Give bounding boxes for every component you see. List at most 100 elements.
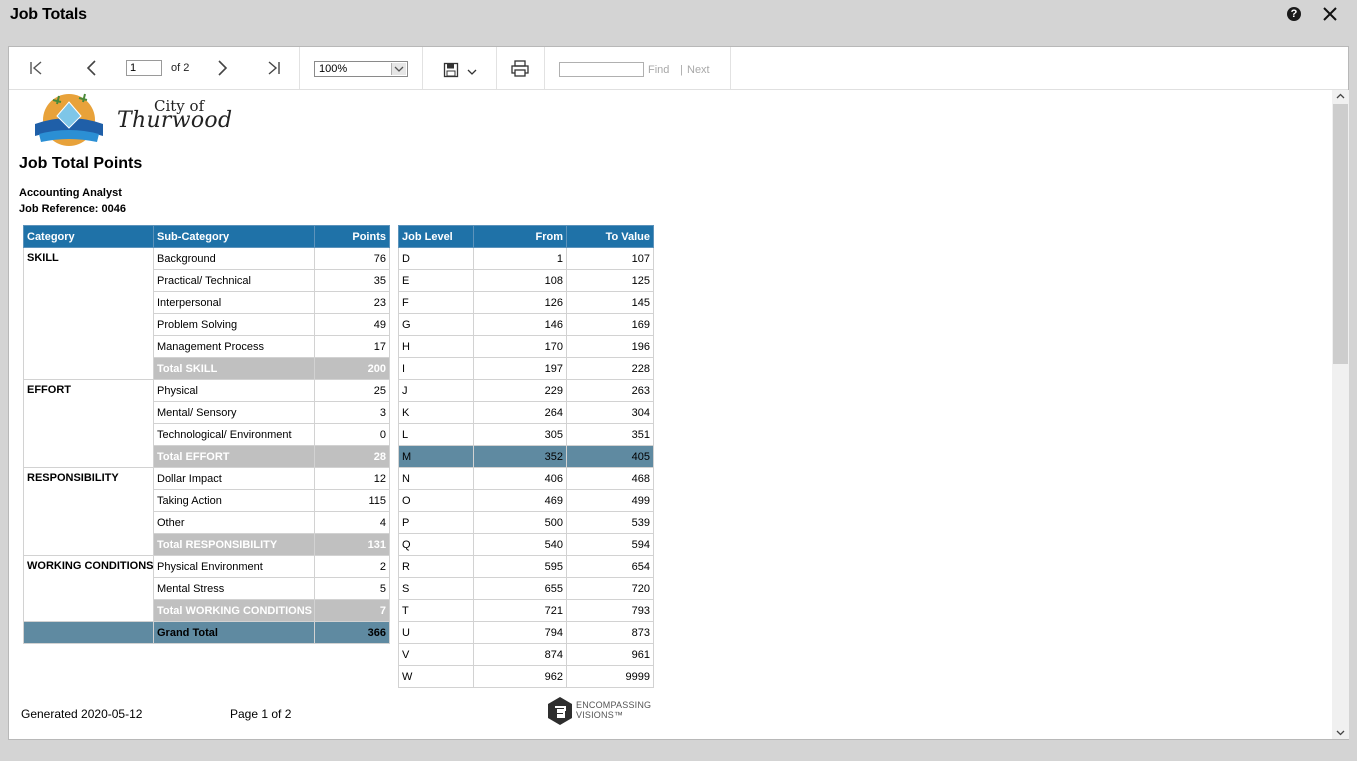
table-row: T 721 793 — [398, 599, 654, 622]
table-row: SKILL Background 76 — [23, 247, 390, 380]
print-icon[interactable] — [511, 60, 529, 77]
subcategory-cell: Background — [153, 247, 315, 270]
subcategory-cell: Problem Solving — [153, 313, 315, 336]
grand-total-spacer — [23, 621, 154, 644]
table-row: R 595 654 — [398, 555, 654, 578]
level-cell: D — [398, 247, 474, 270]
help-icon[interactable]: ? — [1287, 7, 1301, 21]
column-header-category: Category — [23, 225, 154, 248]
zoom-select[interactable]: 100% — [314, 61, 408, 77]
window-title: Job Totals — [10, 6, 87, 23]
level-cell: W — [398, 665, 474, 688]
category-cell: EFFORT — [23, 379, 154, 468]
report-toolbar: 1 of 2 100% Find | Next — [9, 47, 1348, 90]
report-viewer: 1 of 2 100% Find | Next City of Thurwood… — [8, 46, 1349, 740]
level-cell: O — [398, 489, 474, 512]
table-row: S 655 720 — [398, 577, 654, 600]
table-row: WORKING CONDITIONS Physical Environment 2 — [23, 555, 390, 622]
to-value-cell: 196 — [566, 335, 654, 358]
to-value-cell: 9999 — [566, 665, 654, 688]
subtotal-points: 7 — [314, 599, 390, 622]
scrollbar-thumb[interactable] — [1333, 104, 1348, 364]
find-separator: | — [680, 64, 683, 76]
from-cell: 540 — [473, 533, 567, 556]
table-row: P 500 539 — [398, 511, 654, 534]
subcategory-cell: Other — [153, 511, 315, 534]
previous-page-icon[interactable] — [85, 59, 99, 77]
from-cell: 146 — [473, 313, 567, 336]
column-header-points: Points — [314, 225, 390, 248]
subtotal-points: 28 — [314, 445, 390, 468]
zoom-value: 100% — [319, 63, 348, 75]
highlighted-level-row: M 352 405 — [398, 445, 654, 468]
window-titlebar: Job Totals ? — [0, 0, 1357, 46]
points-cell: 25 — [314, 379, 390, 402]
next-page-icon[interactable] — [215, 59, 229, 77]
level-cell: S — [398, 577, 474, 600]
points-cell: 12 — [314, 467, 390, 490]
to-value-cell: 499 — [566, 489, 654, 512]
to-value-cell: 228 — [566, 357, 654, 380]
vertical-scrollbar[interactable] — [1332, 90, 1349, 739]
chevron-down-icon[interactable] — [391, 63, 406, 75]
brand-mark-icon — [548, 697, 572, 725]
points-cell: 0 — [314, 423, 390, 446]
subtotal-label: Total EFFORT — [153, 445, 315, 468]
page-count-label: of 2 — [171, 62, 190, 74]
points-cell: 3 — [314, 401, 390, 424]
from-cell: 500 — [473, 511, 567, 534]
next-link[interactable]: Next — [687, 64, 710, 76]
points-cell: 76 — [314, 247, 390, 270]
level-cell: G — [398, 313, 474, 336]
close-icon[interactable] — [1320, 4, 1340, 24]
points-cell: 4 — [314, 511, 390, 534]
grand-total-label: Grand Total — [153, 621, 315, 644]
to-value-cell: 793 — [566, 599, 654, 622]
category-cell: WORKING CONDITIONS — [23, 555, 154, 622]
generated-date: Generated 2020-05-12 — [21, 707, 143, 721]
from-cell: 305 — [473, 423, 567, 446]
level-cell: P — [398, 511, 474, 534]
table-row: W 962 9999 — [398, 665, 654, 688]
export-dropdown-icon[interactable] — [467, 69, 477, 77]
subtotal-points: 131 — [314, 533, 390, 556]
scroll-down-icon[interactable] — [1336, 729, 1345, 736]
level-cell: V — [398, 643, 474, 666]
to-value-cell: 107 — [566, 247, 654, 270]
save-icon[interactable] — [443, 62, 459, 78]
subcategory-cell: Management Process — [153, 335, 315, 358]
first-page-icon[interactable] — [28, 60, 44, 76]
points-cell: 2 — [314, 555, 390, 578]
grand-total-row: Grand Total 366 — [23, 621, 390, 644]
subcategory-cell: Dollar Impact — [153, 467, 315, 490]
last-page-icon[interactable] — [266, 60, 282, 76]
table-row: D 1 107 — [398, 247, 654, 270]
find-link[interactable]: Find — [648, 64, 669, 76]
to-value-cell: 961 — [566, 643, 654, 666]
toolbar-divider — [730, 47, 731, 89]
subcategory-cell: Mental Stress — [153, 577, 315, 600]
level-cell: M — [398, 445, 474, 468]
subcategory-cell: Technological/ Environment — [153, 423, 315, 446]
subcategory-cell: Physical Environment — [153, 555, 315, 578]
to-value-cell: 263 — [566, 379, 654, 402]
table-row: U 794 873 — [398, 621, 654, 644]
to-value-cell: 304 — [566, 401, 654, 424]
grand-total-points: 366 — [314, 621, 390, 644]
subtotal-label: Total SKILL — [153, 357, 315, 380]
table-row: E 108 125 — [398, 269, 654, 292]
toolbar-divider — [299, 47, 300, 89]
page-number-input[interactable]: 1 — [126, 60, 162, 76]
to-value-cell: 720 — [566, 577, 654, 600]
find-input[interactable] — [559, 62, 644, 77]
to-value-cell: 468 — [566, 467, 654, 490]
to-value-cell: 169 — [566, 313, 654, 336]
from-cell: 721 — [473, 599, 567, 622]
scroll-up-icon[interactable] — [1336, 93, 1345, 100]
level-cell: K — [398, 401, 474, 424]
points-cell: 115 — [314, 489, 390, 512]
from-cell: 126 — [473, 291, 567, 314]
table-row: RESPONSIBILITY Dollar Impact 12 — [23, 467, 390, 556]
level-cell: I — [398, 357, 474, 380]
table-row: V 874 961 — [398, 643, 654, 666]
